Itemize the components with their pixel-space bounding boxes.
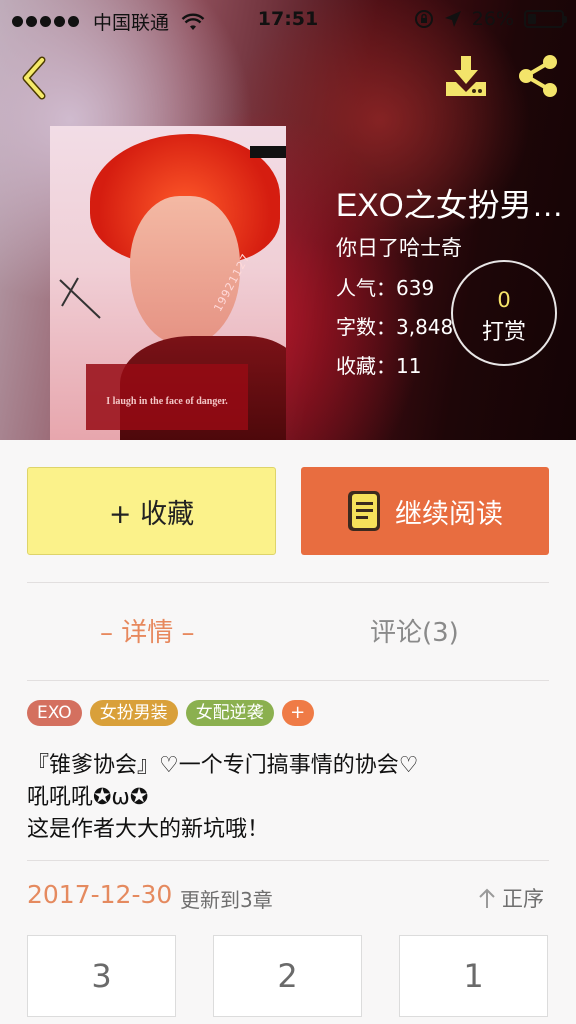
reward-count: 0 <box>497 288 511 312</box>
divider <box>27 860 549 861</box>
share-icon[interactable] <box>514 52 562 100</box>
sort-label: 正序 <box>502 887 544 911</box>
location-icon <box>444 11 461 27</box>
collect-button[interactable]: + 收藏 <box>27 467 276 555</box>
book-cover[interactable]: 19921127 I laugh in the face of danger. <box>50 126 286 440</box>
book-title: EXO之女扮男… <box>336 187 564 223</box>
book-icon <box>348 491 380 531</box>
tag-supporting-female[interactable]: 女配逆袭 <box>185 700 274 726</box>
continue-reading-button[interactable]: 继续阅读 <box>301 467 549 555</box>
divider <box>27 582 549 583</box>
reward-button[interactable]: 0 打赏 <box>451 260 557 366</box>
battery-icon <box>524 10 567 28</box>
tag-cross-dressing[interactable]: 女扮男装 <box>89 700 178 726</box>
book-description: 『锥爹协会』♡一个专门搞事情的协会♡ 吼吼吼✪ω✪ 这是作者大大的新坑哦！ <box>27 750 557 846</box>
update-date: 2017-12-30 <box>27 880 173 909</box>
orientation-lock-icon <box>414 10 433 28</box>
description-line: 『锥爹协会』♡一个专门搞事情的协会♡ <box>27 753 419 778</box>
cross-mark-icon <box>59 277 101 319</box>
tag-list: EXO 女扮男装 女配逆袭 + <box>27 700 314 726</box>
reward-label: 打赏 <box>481 320 526 345</box>
arrow-up-icon <box>479 888 495 908</box>
battery-percent: 26% <box>471 8 514 30</box>
tab-detail[interactable]: – 详情 – <box>100 612 195 649</box>
chapter-button[interactable]: 2 <box>213 935 362 1017</box>
cover-caption: I laugh in the face of danger. <box>106 396 228 407</box>
collect-label: + 收藏 <box>108 498 195 530</box>
description-line: 吼吼吼✪ω✪ <box>27 785 149 810</box>
tag-exo[interactable]: EXO <box>27 700 82 726</box>
divider <box>27 680 549 681</box>
download-icon[interactable] <box>442 52 490 100</box>
chapter-button[interactable]: 1 <box>399 935 548 1017</box>
description-line: 这是作者大大的新坑哦！ <box>27 817 270 842</box>
book-author[interactable]: 你日了哈士奇 <box>336 232 572 262</box>
tab-comments[interactable]: 评论(3) <box>370 612 459 649</box>
update-status: 更新到3章 <box>180 888 273 912</box>
book-header: 中国联通 17:51 26% 19921127 I laugh in the f… <box>0 0 576 440</box>
chevron-left-icon[interactable] <box>12 52 60 100</box>
chapter-button[interactable]: 3 <box>27 935 176 1017</box>
continue-reading-label: 继续阅读 <box>395 498 503 530</box>
sort-toggle[interactable]: 正序 <box>478 883 544 913</box>
status-bar: 中国联通 17:51 26% <box>0 0 576 40</box>
add-tag-button[interactable]: + <box>281 700 314 726</box>
